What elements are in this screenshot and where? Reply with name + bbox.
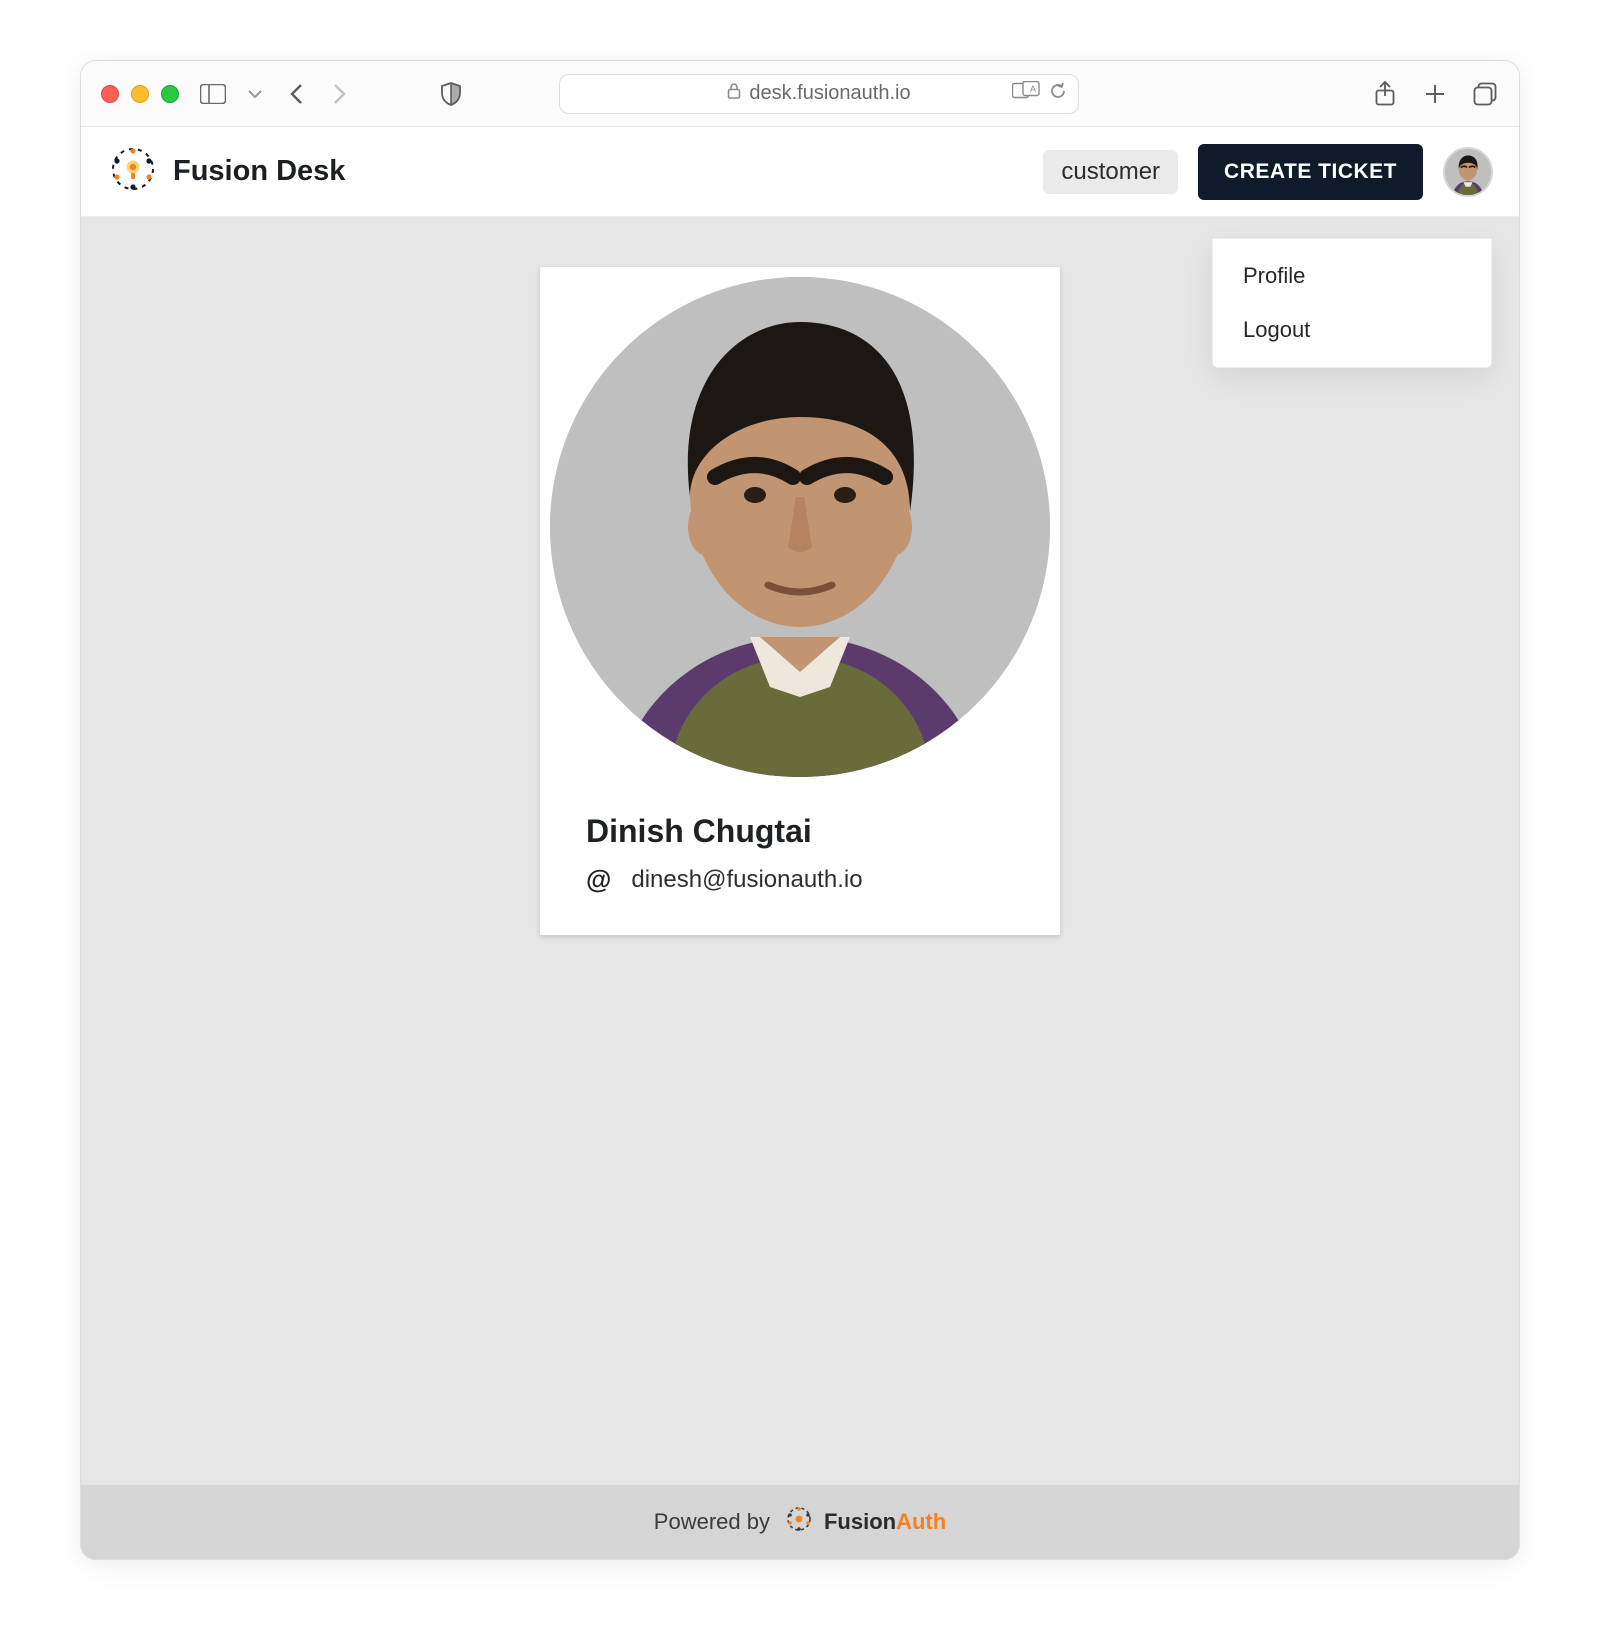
fusionauth-brand[interactable]: FusionAuth: [784, 1504, 946, 1540]
app-footer: Powered by FusionAuth: [81, 1485, 1519, 1559]
profile-avatar: [550, 277, 1050, 777]
window-minimize-icon[interactable]: [131, 85, 149, 103]
sidebar-toggle-icon[interactable]: [199, 80, 227, 108]
app-title: Fusion Desk: [173, 155, 345, 188]
menu-item-profile[interactable]: Profile: [1213, 249, 1491, 303]
user-avatar-menu-trigger[interactable]: [1443, 147, 1493, 197]
reload-icon[interactable]: [1048, 81, 1068, 107]
window-zoom-icon[interactable]: [161, 85, 179, 103]
user-dropdown-menu: Profile Logout: [1212, 238, 1492, 368]
profile-email-row: @ dinesh@fusionauth.io: [586, 864, 1050, 895]
profile-email: dinesh@fusionauth.io: [631, 866, 862, 894]
profile-card: Dinish Chugtai @ dinesh@fusionauth.io: [540, 267, 1060, 935]
window-controls: [101, 85, 179, 103]
chevron-down-icon[interactable]: [241, 80, 269, 108]
new-tab-icon[interactable]: [1421, 80, 1449, 108]
footer-powered-by: Powered by: [654, 1509, 770, 1535]
role-chip[interactable]: customer: [1043, 150, 1178, 194]
lock-icon: [727, 82, 741, 105]
app-content-area: Dinish Chugtai @ dinesh@fusionauth.io: [81, 217, 1519, 1485]
nav-forward-button[interactable]: [325, 80, 353, 108]
share-icon[interactable]: [1371, 80, 1399, 108]
address-url: desk.fusionauth.io: [749, 82, 910, 105]
fusionauth-logo-icon: [784, 1504, 814, 1540]
app-header: Fusion Desk customer CREATE TICKET: [81, 127, 1519, 217]
browser-toolbar: desk.fusionauth.io A: [81, 61, 1519, 127]
tabs-overview-icon[interactable]: [1471, 80, 1499, 108]
window-close-icon[interactable]: [101, 85, 119, 103]
address-bar[interactable]: desk.fusionauth.io A: [559, 74, 1079, 114]
nav-back-button[interactable]: [283, 80, 311, 108]
avatar-icon: [1445, 149, 1491, 195]
svg-text:A: A: [1030, 84, 1036, 94]
menu-item-logout[interactable]: Logout: [1213, 303, 1491, 357]
create-ticket-button[interactable]: CREATE TICKET: [1198, 144, 1423, 200]
at-sign-icon: @: [586, 864, 611, 895]
app-logo[interactable]: Fusion Desk: [107, 143, 345, 200]
fusion-desk-logo-icon: [107, 143, 159, 200]
profile-name: Dinish Chugtai: [586, 813, 1050, 850]
translate-icon[interactable]: A: [1012, 81, 1040, 107]
fusionauth-wordmark: FusionAuth: [824, 1509, 946, 1535]
privacy-shield-icon[interactable]: [437, 80, 465, 108]
